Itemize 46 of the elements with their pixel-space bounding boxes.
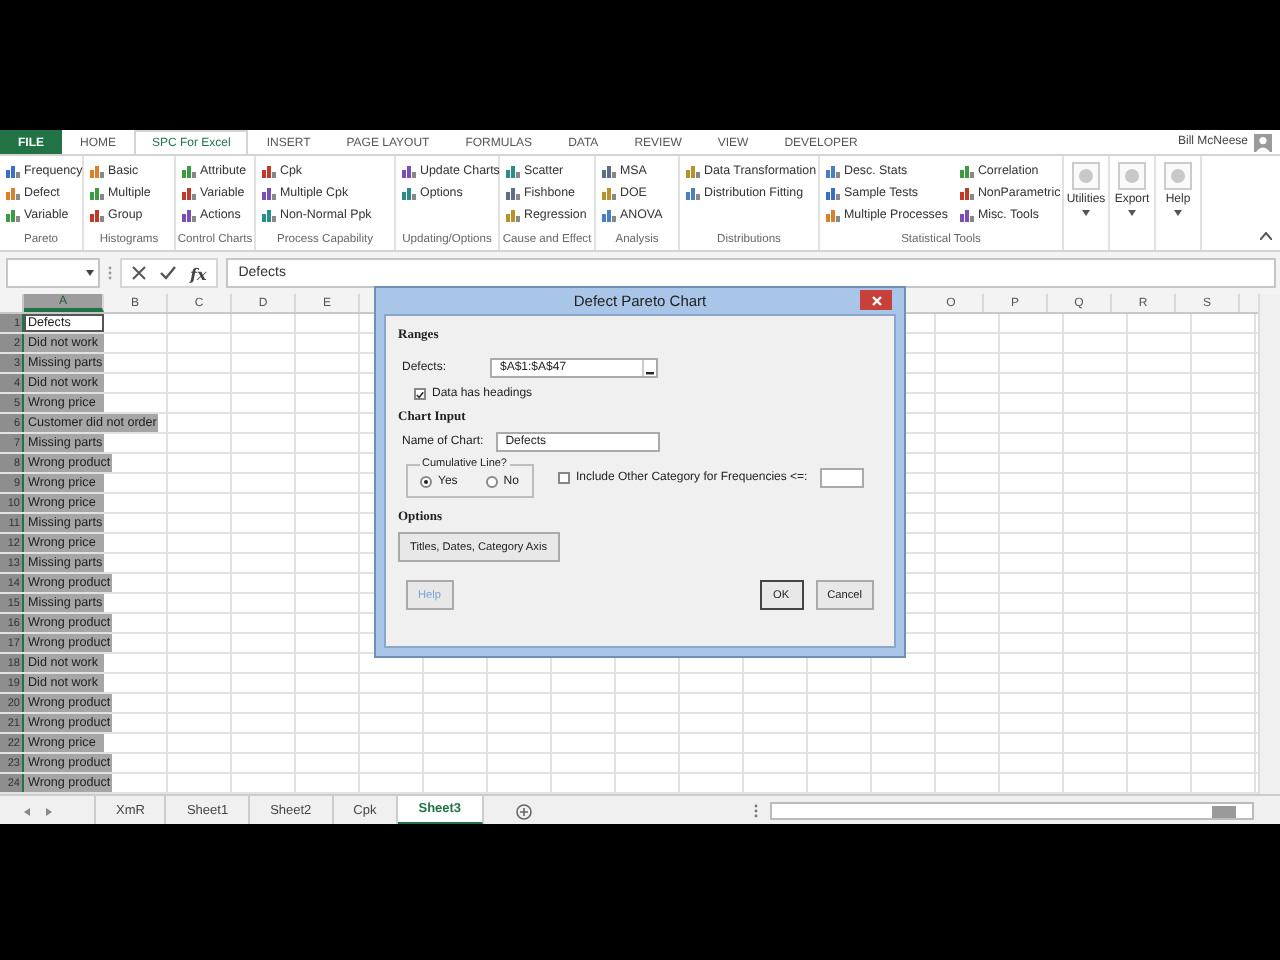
close-button[interactable] <box>860 290 892 310</box>
chart-icon <box>826 186 840 200</box>
chart-icon <box>602 208 616 222</box>
vertical-scrollbar[interactable] <box>1258 294 1280 794</box>
chart-icon <box>826 208 840 222</box>
chart-icon <box>182 164 196 178</box>
chart-icon <box>6 208 20 222</box>
chart-icon <box>182 208 196 222</box>
chart-icon <box>262 186 276 200</box>
check-icon[interactable] <box>160 266 176 280</box>
chart-icon <box>506 186 520 200</box>
chart-icon <box>959 164 974 178</box>
chart-icon <box>602 164 616 178</box>
collapse-icon[interactable] <box>1260 232 1272 240</box>
caret-icon <box>1082 210 1090 216</box>
chart-icon <box>90 186 104 200</box>
left-arrow-icon[interactable] <box>24 807 30 815</box>
chart-icon <box>686 164 700 178</box>
chart-icon <box>90 208 104 222</box>
caret-icon <box>1174 210 1182 216</box>
chart-icon <box>602 186 616 200</box>
horizontal-scrollbar[interactable] <box>770 802 1254 820</box>
chart-icon <box>959 208 974 222</box>
cancel-icon[interactable] <box>132 266 146 280</box>
checkmark-icon <box>416 389 424 399</box>
chart-icon <box>959 186 974 200</box>
add-sheet-icon[interactable] <box>515 803 532 819</box>
chart-icon <box>402 186 416 200</box>
chart-icon <box>826 164 840 178</box>
chart-icon <box>6 186 20 200</box>
avatar-icon[interactable] <box>1254 133 1272 151</box>
close-icon <box>871 295 881 305</box>
chart-icon <box>506 164 520 178</box>
chart-icon <box>90 164 104 178</box>
frequency-field[interactable] <box>819 468 864 488</box>
right-arrow-icon[interactable] <box>46 807 52 815</box>
caret-icon <box>1128 210 1136 216</box>
chart-icon <box>506 208 520 222</box>
chart-icon <box>6 164 20 178</box>
dropdown-icon[interactable] <box>86 270 94 276</box>
chart-icon <box>262 208 276 222</box>
chart-icon <box>182 186 196 200</box>
chart-icon <box>262 164 276 178</box>
chart-icon <box>686 186 700 200</box>
insert-function-button[interactable]: fx <box>190 263 207 283</box>
chart-icon <box>402 164 416 178</box>
